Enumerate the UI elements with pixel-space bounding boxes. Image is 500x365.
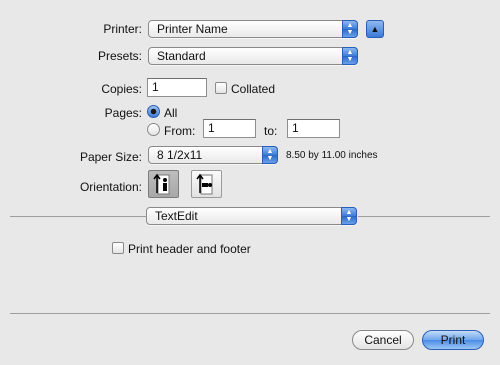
paper-size-popup[interactable]: 8 1/2x11 ▲ ▼ — [148, 146, 278, 164]
portrait-button[interactable] — [148, 170, 179, 198]
copies-label: Copies: — [101, 82, 142, 96]
popup-arrows-icon: ▲ ▼ — [342, 47, 358, 65]
section-popup[interactable]: TextEdit ▲ ▼ — [146, 207, 357, 225]
disclosure-button[interactable]: ▲ — [366, 20, 384, 38]
pages-to-label: to: — [264, 124, 278, 138]
paper-dimensions: 8.50 by 11.00 inches — [286, 150, 378, 161]
section-separator-right — [358, 216, 490, 217]
landscape-icon — [196, 173, 213, 195]
presets-popup[interactable]: Standard ▲ ▼ — [148, 47, 358, 65]
presets-label: Presets: — [97, 49, 142, 63]
print-button[interactable]: Print — [422, 330, 484, 350]
copies-field[interactable]: 1 — [147, 78, 207, 97]
disclosure-triangle-icon: ▲ — [370, 24, 380, 34]
orientation-label: Orientation: — [79, 180, 142, 194]
popup-arrows-icon: ▲ ▼ — [262, 146, 278, 164]
portrait-icon — [153, 173, 170, 195]
paper-size-label: Paper Size: — [79, 150, 142, 164]
pages-all-radio[interactable] — [147, 105, 160, 118]
bottom-separator — [10, 313, 490, 314]
pages-from-radio[interactable] — [147, 123, 160, 136]
section-value: TextEdit — [155, 209, 198, 223]
printer-label: Printer: — [103, 22, 142, 36]
pages-label: Pages: — [104, 106, 142, 120]
pages-all-label: All — [164, 106, 178, 120]
paper-size-value: 8 1/2x11 — [157, 148, 203, 162]
header-footer-checkbox[interactable] — [112, 242, 124, 254]
printer-value: Printer Name — [157, 22, 228, 36]
section-separator-left — [10, 216, 146, 217]
popup-arrows-icon: ▲ ▼ — [342, 20, 358, 38]
printer-popup[interactable]: Printer Name ▲ ▼ — [148, 20, 358, 38]
collated-label: Collated — [231, 82, 276, 96]
pages-from-label: From: — [164, 124, 196, 138]
collated-checkbox[interactable] — [215, 82, 227, 94]
header-footer-label: Print header and footer — [128, 242, 251, 256]
popup-arrows-icon: ▲ ▼ — [341, 207, 357, 225]
cancel-button[interactable]: Cancel — [352, 330, 414, 350]
pages-to-field[interactable]: 1 — [287, 119, 340, 138]
pages-from-field[interactable]: 1 — [203, 119, 256, 138]
presets-value: Standard — [157, 49, 206, 63]
landscape-button[interactable] — [191, 170, 222, 198]
